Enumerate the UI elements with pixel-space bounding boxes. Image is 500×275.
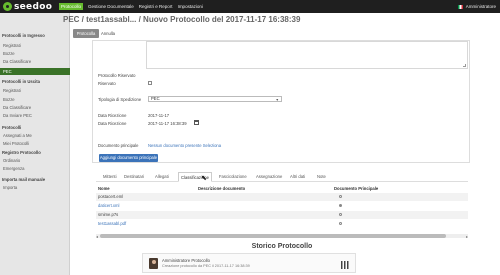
scroll-right-icon[interactable]: ▸ (466, 234, 468, 239)
sidebar-head-ingresso[interactable]: Protocolli in Ingresso (2, 33, 45, 38)
principale-radio[interactable] (339, 204, 342, 207)
tab-note[interactable]: Note (315, 172, 328, 182)
annulla-button[interactable]: Annulla (101, 29, 115, 38)
sidebar-head-protocolli[interactable]: Protocolli (2, 125, 21, 130)
resize-grip-icon[interactable] (463, 64, 466, 67)
tab-destinatari[interactable]: Destinatari (122, 172, 146, 182)
tab-altri-dati[interactable]: Altri dati (288, 172, 307, 182)
sidebar-item-ingresso-registrati[interactable]: Registrati (3, 43, 21, 48)
sidebar-item-miei-protocolli[interactable]: Miei Protocolli (3, 141, 29, 146)
documento-principale-label: Documento principale (98, 143, 139, 148)
scrollbar-thumb[interactable] (100, 234, 446, 238)
documento-principale-link[interactable]: Nessun documento presente Seleziona (148, 143, 221, 148)
row-name: smime.p7s (98, 212, 119, 217)
tipologia-label: Tipologia di Spedizione (98, 97, 142, 102)
sidebar-item-importa[interactable]: Importa (3, 185, 17, 190)
tabs-bar: Mittenti Destinatari Allegati Classifica… (96, 172, 468, 182)
tipologia-select[interactable]: PEC ▼ (148, 96, 282, 102)
logo-text: seedoo (14, 1, 53, 12)
storico-entry: Amministratore Protocollo Creazione prot… (142, 253, 356, 273)
chevron-down-icon: ▼ (275, 97, 279, 102)
row-name-link[interactable]: daticert.xml (98, 202, 119, 210)
storico-user: Amministratore Protocollo (162, 258, 210, 263)
table-row[interactable]: test1assabl.pdf (96, 220, 468, 228)
scroll-left-icon[interactable]: ◂ (96, 234, 98, 239)
sidebar-head-importa-mail[interactable]: Importa mail manuale (2, 177, 45, 182)
table-row[interactable]: smime.p7s (96, 211, 468, 219)
row-name: postacert.eml (98, 194, 124, 199)
protocolla-button[interactable]: Protocolla (73, 29, 99, 38)
data-ricezione-value: 2017-11-17 (148, 113, 170, 118)
column-header-nome: Nome (98, 186, 110, 191)
column-header-descrizione: Descrizione documento (198, 186, 246, 191)
calendar-icon[interactable] (194, 120, 199, 125)
table-row[interactable]: postacert.eml (96, 193, 468, 201)
avatar (149, 258, 158, 269)
sidebar-item-assegnati[interactable]: Assegnati a Me (3, 133, 32, 138)
barcode-icon[interactable] (341, 261, 349, 269)
sidebar-item-uscita-da-classificare[interactable]: Da Classificare (3, 105, 31, 110)
top-menu-impostazioni[interactable]: Impostazioni (178, 4, 203, 9)
oggetto-textarea[interactable] (146, 41, 468, 69)
sidebar-item-uscita-bozze[interactable]: Bozze (3, 97, 15, 102)
riservato-checkbox[interactable] (148, 81, 152, 85)
sidebar-item-ordinario[interactable]: Ordinario (3, 158, 20, 163)
tab-allegati[interactable]: Allegati (153, 172, 171, 182)
tab-mittenti[interactable]: Mittenti (101, 172, 119, 182)
principale-radio[interactable] (339, 195, 342, 198)
sidebar-item-emergenza[interactable]: Emergenza (3, 166, 24, 171)
riservato-checkbox-label: Riservato (98, 81, 116, 86)
storico-title: Storico Protocollo (251, 243, 313, 250)
sidebar: Protocolli in Ingresso Registrati Bozze … (0, 13, 70, 275)
tipologia-value: PEC (151, 96, 160, 101)
sidebar-item-ingresso-da-classificare[interactable]: Da Classificare (3, 59, 31, 64)
principale-radio[interactable] (339, 222, 342, 225)
top-menu: Protocollo Gestione Documentale Registri… (59, 0, 208, 13)
sidebar-item-da-inviare-pec[interactable]: Da Inviare PEC (3, 113, 32, 118)
data-registrazione-input[interactable]: 2017-11-17 16:38:39 (148, 121, 187, 126)
horizontal-scrollbar[interactable]: ◂ ▸ (96, 234, 468, 239)
app-logo[interactable]: seedoo (3, 1, 52, 12)
table-row[interactable]: daticert.xml (96, 202, 468, 210)
tab-assegnazione[interactable]: Assegnazione (254, 172, 284, 182)
top-menu-registri-report[interactable]: Registri e Report (139, 4, 173, 9)
top-menu-gestione-documentale[interactable]: Gestione Documentale (88, 4, 134, 9)
top-menu-protocollo[interactable]: Protocollo (59, 3, 84, 10)
sidebar-item-pec[interactable]: PEC (0, 68, 70, 75)
column-header-principale: Documento Principale (334, 186, 379, 191)
user-menu[interactable]: Amministratore (457, 0, 496, 13)
data-ricezione-label: Data Ricezione (98, 113, 127, 118)
top-navbar: seedoo Protocollo Gestione Documentale R… (0, 0, 500, 13)
sidebar-head-registro[interactable]: Registro Protocollo (2, 150, 41, 155)
principale-radio[interactable] (339, 213, 342, 216)
add-documento-button[interactable]: Aggiungi documento principale (99, 154, 158, 162)
riservato-label: Protocollo Riservato (98, 73, 136, 78)
sidebar-item-ingresso-bozze[interactable]: Bozze (3, 51, 15, 56)
sidebar-item-uscita-registrati[interactable]: Registrati (3, 88, 21, 93)
sidebar-head-uscita[interactable]: Protocolli in Uscita (2, 79, 40, 84)
row-name-link[interactable]: test1assabl.pdf (98, 220, 126, 228)
language-flag-icon[interactable] (457, 4, 463, 9)
tab-fascicolazione[interactable]: Fascicolazione (217, 172, 249, 182)
logo-mark-icon (3, 2, 12, 11)
storico-description: Creazione protocollo da PEC il 2017-11-1… (162, 264, 250, 268)
page-title: PEC / test1assabl... / Nuovo Protocollo … (63, 15, 301, 24)
user-name[interactable]: Amministratore (466, 4, 496, 9)
mouse-pointer-icon: ⬉ (201, 175, 207, 182)
data-registrazione-label: Data Ricezione (98, 121, 127, 126)
